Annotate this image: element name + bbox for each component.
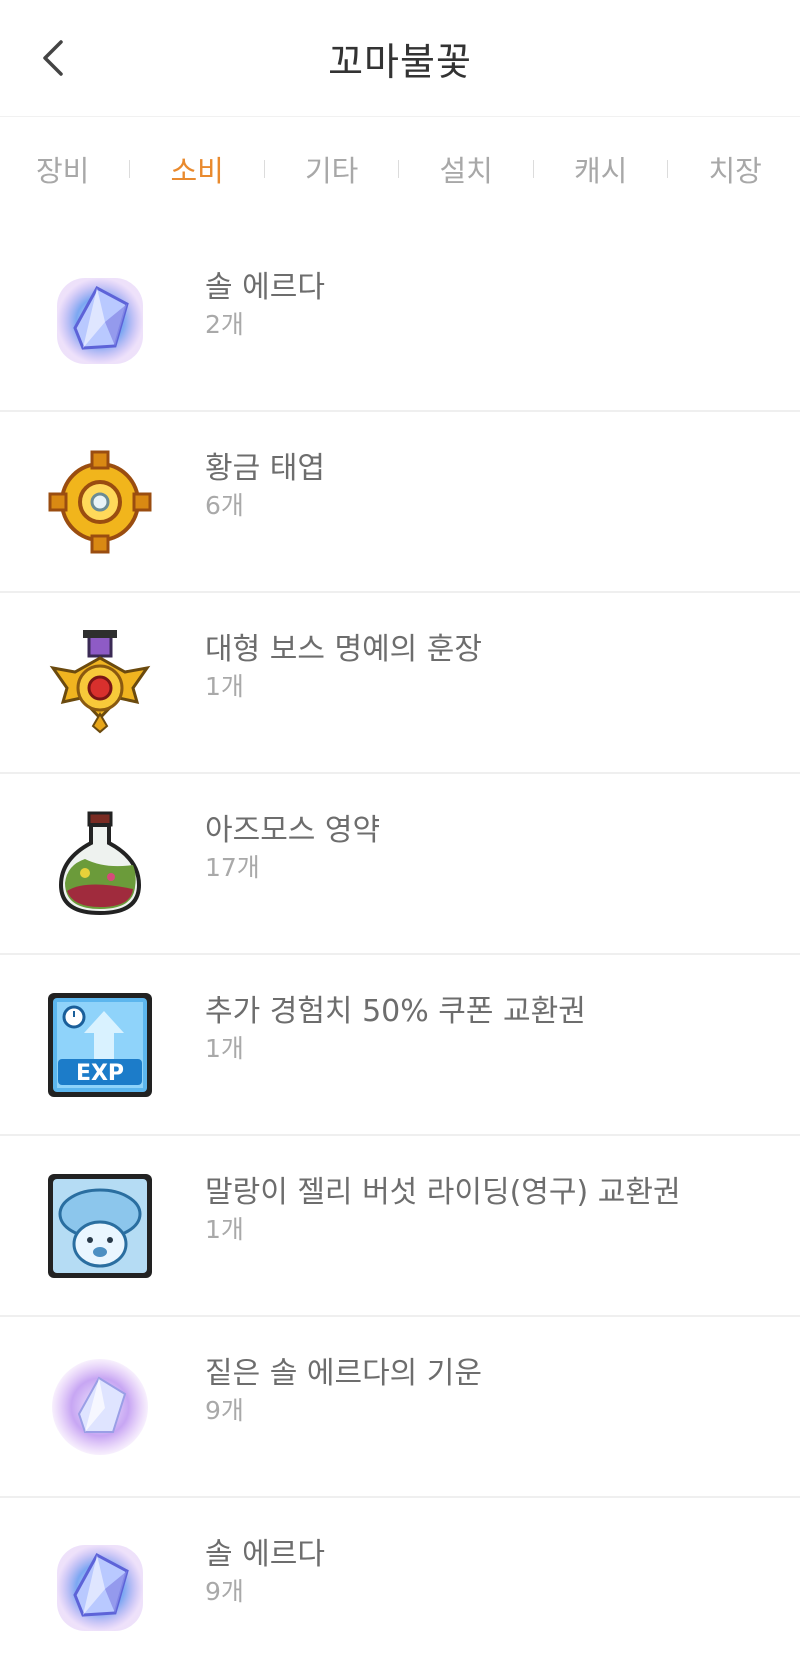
chevron-left-icon [43,40,63,76]
list-item[interactable]: 아즈모스 영약 17개 [0,774,800,955]
tab-cosmetic[interactable]: 치장 [709,148,762,190]
list-item[interactable]: 솔 에르다 9개 [0,1498,800,1677]
tab-divider [263,160,265,178]
list-item[interactable]: 황금 태엽 6개 [0,412,800,593]
item-count: 6개 [205,491,244,520]
page-title: 꼬마불꽃 [328,39,472,84]
top-bar: 꼬마불꽃 [0,0,800,117]
item-count: 1개 [205,1034,244,1063]
tab-cash[interactable]: 캐시 [574,148,627,190]
item-name: 추가 경험치 50% 쿠폰 교환권 [205,994,586,1029]
item-name: 아즈모스 영약 [205,813,381,848]
jelly-mushroom-icon [40,1166,160,1286]
boss-medal-icon [40,623,160,743]
back-button[interactable] [30,30,76,86]
tab-divider [129,160,131,178]
item-count: 2개 [205,310,244,339]
exp-coupon-icon: EXP [40,985,160,1105]
golden-gear-icon [40,442,160,562]
tab-equipment[interactable]: 장비 [36,148,89,190]
list-item[interactable]: EXP 추가 경험치 50% 쿠폰 교환권 1개 [0,955,800,1136]
sol-erda-icon [40,261,160,381]
svg-text:EXP: EXP [76,1061,124,1086]
item-name: 말랑이 젤리 버섯 라이딩(영구) 교환권 [205,1175,681,1210]
potion-flask-icon [40,804,160,924]
item-count: 1개 [205,1215,244,1244]
item-name: 황금 태엽 [205,451,325,486]
tab-consumable[interactable]: 소비 [171,148,224,190]
item-count: 9개 [205,1396,244,1425]
tab-divider [667,160,669,178]
sol-erda-icon [40,1528,160,1648]
item-name: 솔 에르다 [205,270,325,305]
list-item[interactable]: 대형 보스 명예의 훈장 1개 [0,593,800,774]
tab-divider [398,160,400,178]
tab-etc[interactable]: 기타 [305,148,358,190]
item-name: 대형 보스 명예의 훈장 [205,632,483,667]
list-item[interactable]: 솔 에르다 2개 [0,231,800,412]
tab-divider [532,160,534,178]
item-count: 17개 [205,853,260,882]
sol-erda-aura-icon [40,1347,160,1467]
item-list: 솔 에르다 2개 황금 태엽 6개 대형 보스 명예의 훈장 1개 아즈모스 영… [0,231,800,1677]
list-item[interactable]: 짙은 솔 에르다의 기운 9개 [0,1317,800,1498]
item-name: 짙은 솔 에르다의 기운 [205,1356,483,1391]
item-name: 솔 에르다 [205,1537,325,1572]
category-tabs: 장비 소비 기타 설치 캐시 치장 [0,117,800,221]
item-count: 1개 [205,672,244,701]
list-item[interactable]: 말랑이 젤리 버섯 라이딩(영구) 교환권 1개 [0,1136,800,1317]
tab-setup[interactable]: 설치 [440,148,493,190]
item-count: 9개 [205,1577,244,1606]
